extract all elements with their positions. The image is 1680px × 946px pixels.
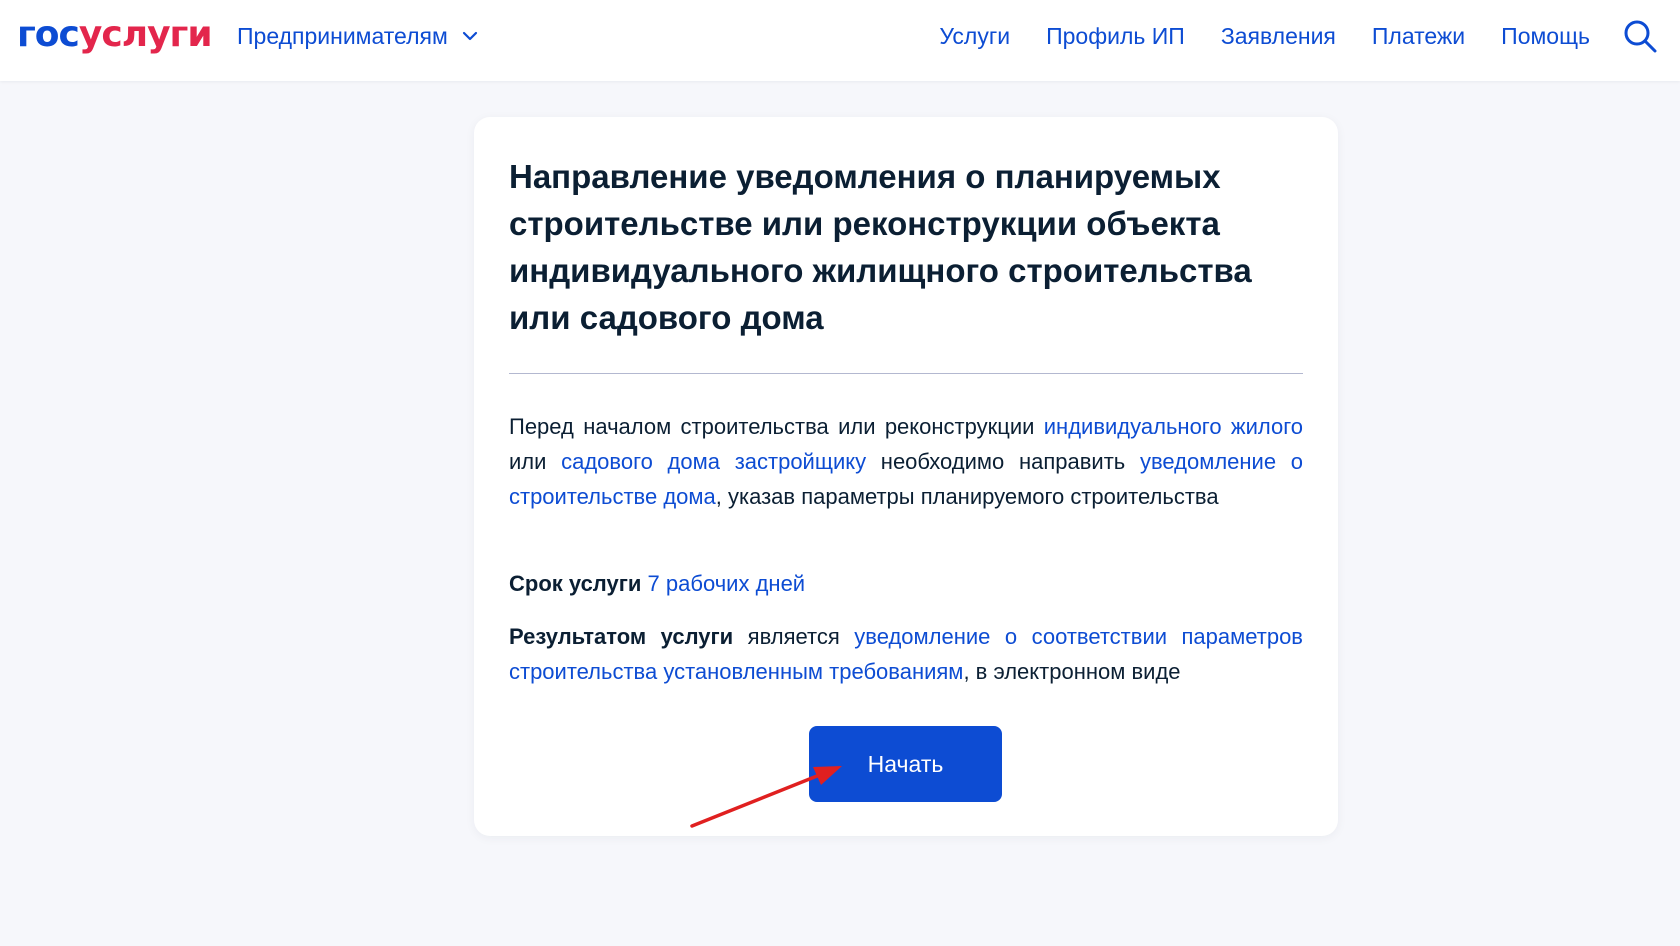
description-text: или bbox=[509, 449, 562, 474]
nav-help[interactable]: Помощь bbox=[1501, 23, 1590, 50]
start-button[interactable]: Начать bbox=[809, 726, 1002, 802]
nav-services[interactable]: Услуги bbox=[939, 23, 1010, 50]
link-garden-house[interactable]: садового дома bbox=[561, 449, 720, 474]
audience-selector[interactable]: Предпринимателям bbox=[237, 20, 478, 52]
service-title: Направление уведомления о планируемых ст… bbox=[509, 158, 1252, 336]
service-term: Срок услуги 7 рабочих дней bbox=[509, 566, 1303, 601]
description-text: Перед началом строительства или реконстр… bbox=[509, 414, 1044, 439]
search-button[interactable] bbox=[1622, 18, 1658, 54]
result-text: , в электронном виде bbox=[963, 659, 1181, 684]
nav-ip-profile[interactable]: Профиль ИП bbox=[1046, 23, 1185, 50]
logo-part-uslugi: услуги bbox=[78, 14, 213, 55]
service-result: Результатом услуги является уведомление … bbox=[509, 619, 1303, 689]
term-value-link[interactable]: 7 рабочих дней bbox=[648, 571, 806, 596]
link-individual-housing[interactable]: индивидуального жилого bbox=[1044, 414, 1303, 439]
chevron-down-icon bbox=[462, 31, 477, 41]
gosuslugi-logo[interactable]: госуслуги bbox=[17, 11, 213, 59]
description-text: необходимо направить bbox=[866, 449, 1140, 474]
main-nav: Услуги Профиль ИП Заявления Платежи Помо… bbox=[939, 20, 1590, 52]
logo-part-gos: гос bbox=[17, 14, 80, 55]
title-divider bbox=[509, 373, 1303, 374]
top-header: госуслуги Предпринимателям Услуги Профил… bbox=[0, 0, 1680, 81]
nav-applications[interactable]: Заявления bbox=[1221, 23, 1336, 50]
result-text: является bbox=[733, 624, 855, 649]
link-developer[interactable]: застройщику bbox=[735, 449, 866, 474]
term-label: Срок услуги bbox=[509, 571, 642, 596]
service-description: Перед началом строительства или реконстр… bbox=[509, 409, 1303, 514]
service-card: Направление уведомления о планируемых ст… bbox=[474, 117, 1338, 836]
search-icon bbox=[1624, 20, 1657, 53]
description-text bbox=[720, 449, 735, 474]
result-label: Результатом услуги bbox=[509, 624, 734, 649]
nav-payments[interactable]: Платежи bbox=[1372, 23, 1465, 50]
description-text: , указав параметры планируемого строител… bbox=[715, 484, 1219, 509]
audience-label: Предпринимателям bbox=[237, 22, 448, 49]
